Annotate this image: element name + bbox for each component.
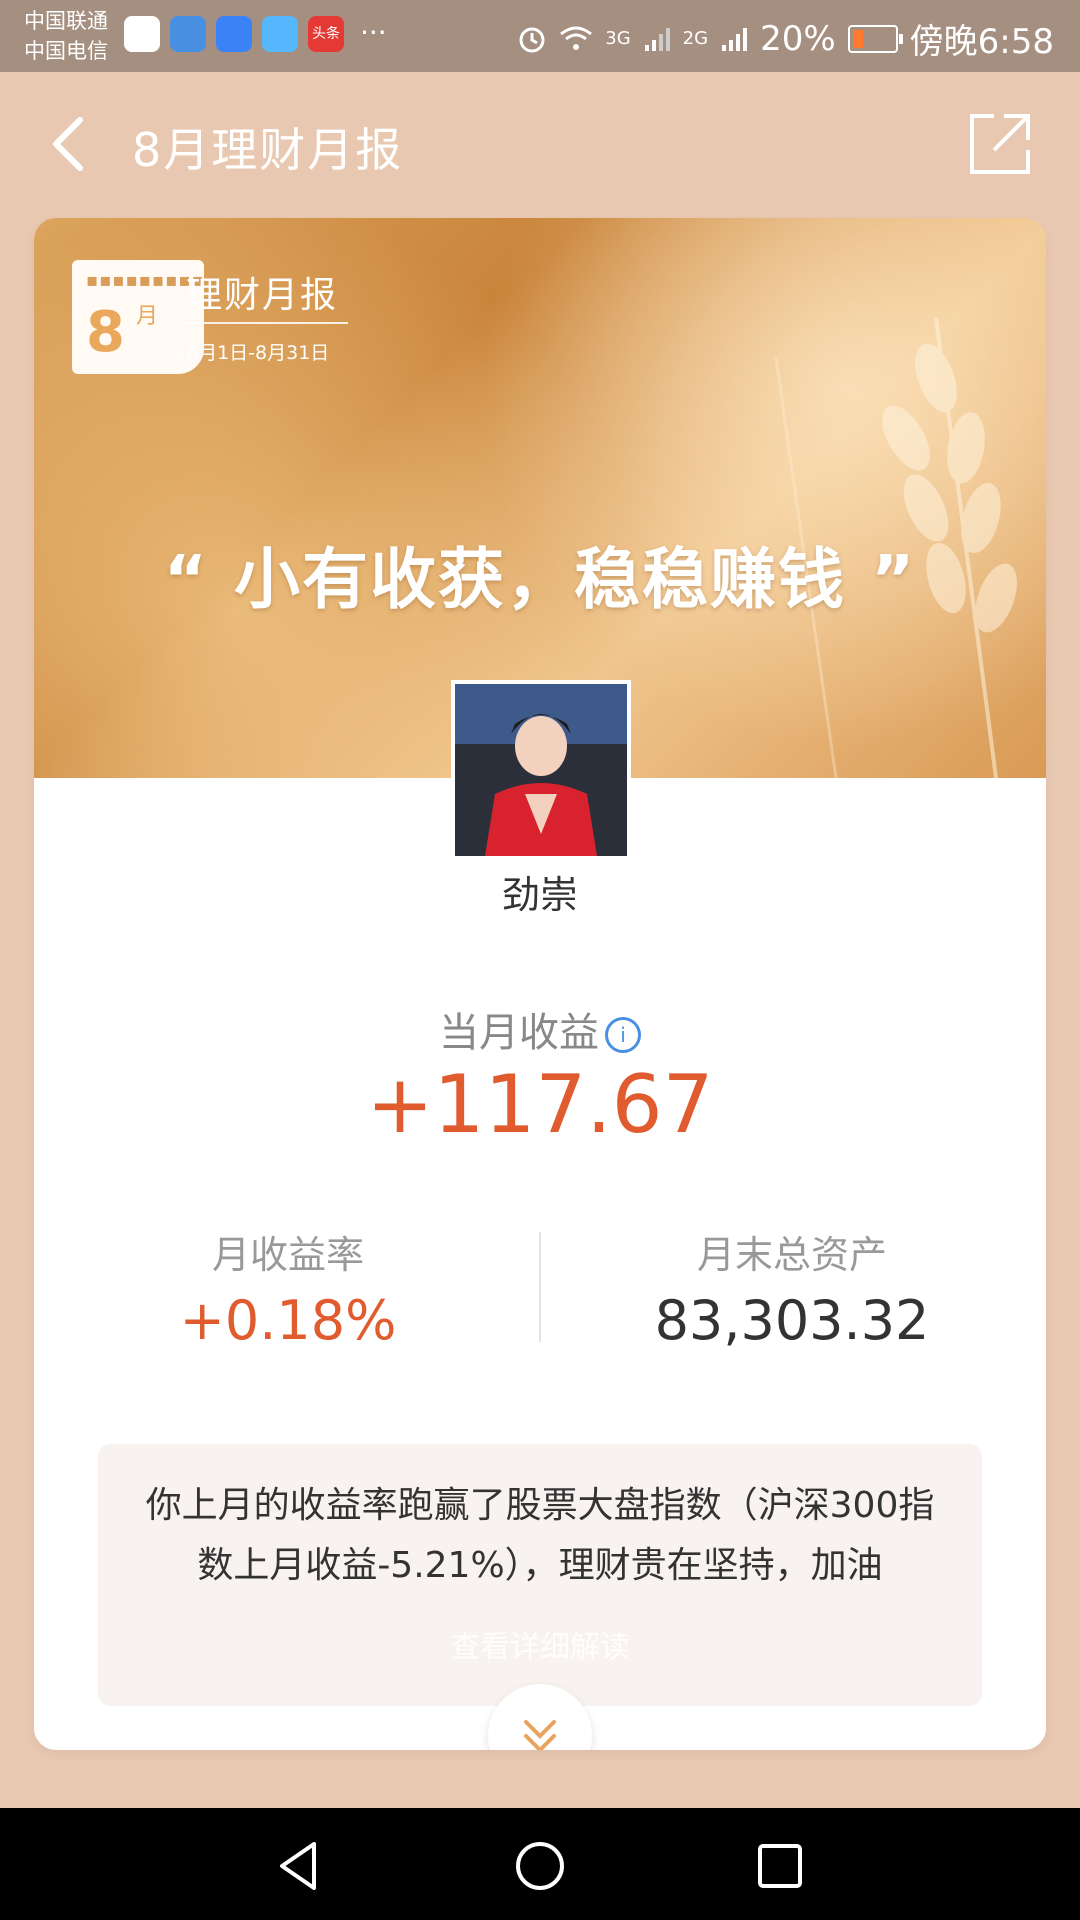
wifi-icon — [560, 26, 593, 50]
app-icon — [170, 16, 206, 52]
app-header: 8月理财月报 — [0, 72, 1080, 212]
more-notifications-icon: ··· — [360, 16, 387, 49]
report-date-range: 8月1日-8月31日 — [186, 342, 330, 364]
username: 劲崇 — [501, 873, 578, 917]
monthly-return-rate: 月收益率 +0.18% — [78, 1224, 498, 1352]
network-type-1: 3G — [605, 28, 631, 49]
chat-app-icon — [216, 16, 252, 52]
send-app-icon — [262, 16, 298, 52]
share-icon[interactable] — [964, 108, 1036, 180]
avatar — [451, 680, 631, 860]
title-underline — [186, 322, 348, 324]
report-title: 理财月报 — [186, 275, 339, 316]
note-text: 你上月的收益率跑赢了股票大盘指数（沪深300指数上月收益-5.21%），理财贵在… — [145, 1485, 935, 1586]
status-bar: 中国联通 中国电信 头条 ··· 3G 2G 20% 傍晚6:58 — [0, 0, 1080, 72]
assets-label: 月末总资产 — [696, 1233, 887, 1277]
month-end-assets: 月末总资产 83,303.32 — [582, 1224, 1002, 1352]
carrier-info: 中国联通 中国电信 — [24, 6, 108, 66]
slogan: “ 小有收获，稳稳赚钱 ” — [163, 541, 917, 618]
carrier-1: 中国联通 — [24, 9, 108, 33]
page-title: 8月理财月报 — [132, 123, 404, 177]
clock: 傍晚6:58 — [909, 22, 1054, 62]
signal-icon — [644, 27, 670, 51]
expand-button[interactable] — [488, 1684, 592, 1750]
back-arrow-icon[interactable] — [44, 114, 94, 174]
assets-value: 83,303.32 — [654, 1289, 930, 1352]
status-right: 3G 2G 20% 傍晚6:58 — [517, 14, 1054, 63]
report-card: ▪▪▪▪▪▪▪▪▪ 8 月 理财月报 8月1日-8月31日 “ 小有收获，稳稳赚… — [34, 218, 1046, 1750]
view-detail-link[interactable]: 查看详细解读 — [98, 1622, 982, 1666]
alarm-icon — [519, 27, 545, 52]
performance-note: 你上月的收益率跑赢了股票大盘指数（沪深300指数上月收益-5.21%），理财贵在… — [98, 1444, 982, 1706]
calendar-month: 月 — [136, 304, 159, 329]
battery-icon — [847, 24, 903, 53]
wheat-decoration-icon — [774, 317, 1017, 778]
battery-percent: 20% — [760, 18, 836, 59]
toutiao-app-icon: 头条 — [308, 16, 344, 52]
monthly-income-text: 当月收益 — [439, 1010, 599, 1056]
double-chevron-down-icon — [524, 1720, 556, 1750]
refresh-app-icon — [124, 16, 160, 52]
nav-recent-apps-icon[interactable] — [752, 1838, 808, 1894]
calendar-badge: ▪▪▪▪▪▪▪▪▪ 8 月 — [72, 260, 204, 374]
calendar-day: 8 — [86, 300, 125, 365]
network-type-2: 2G — [682, 28, 709, 49]
nav-home-icon[interactable] — [512, 1838, 568, 1894]
monthly-income-label: 当月收益 i — [34, 1000, 1046, 1058]
nav-back-icon[interactable] — [272, 1838, 328, 1894]
rate-value: +0.18% — [179, 1289, 397, 1352]
info-icon[interactable]: i — [605, 1017, 641, 1053]
rate-label: 月收益率 — [211, 1233, 364, 1277]
notification-icons: 头条 ··· — [124, 16, 396, 52]
stats-divider — [539, 1232, 541, 1342]
monthly-income-value: +117.67 — [366, 1058, 714, 1151]
system-nav-bar — [0, 1808, 1080, 1920]
carrier-2: 中国电信 — [24, 39, 108, 63]
avatar-image — [455, 684, 627, 856]
signal-icon-2 — [722, 27, 748, 51]
